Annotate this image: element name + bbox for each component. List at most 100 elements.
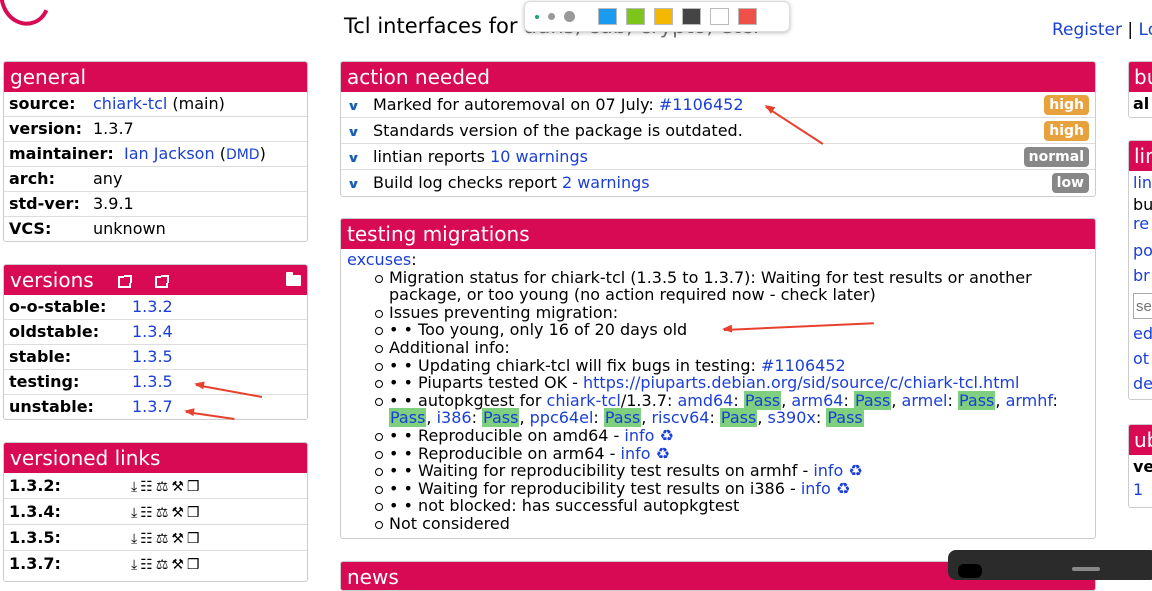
action-item-lintian[interactable]: ∨ lintian reports 10 warnings normal	[341, 144, 1095, 170]
copyright-icon[interactable]: ⚖	[156, 501, 169, 526]
arch-link[interactable]: armhf	[1006, 391, 1053, 410]
pass-link[interactable]: Pass	[482, 408, 520, 428]
changelog-icon[interactable]: ☷	[140, 553, 153, 578]
action-item-build-log[interactable]: ∨ Build log checks report 2 warnings low	[341, 170, 1095, 196]
links-item[interactable]: re	[1133, 214, 1149, 233]
lintian-warnings-link[interactable]: 10 warnings	[490, 147, 588, 166]
chevron-down-icon[interactable]: ∨	[347, 146, 378, 171]
source-link[interactable]: chiark-tcl	[93, 94, 167, 113]
rules-icon[interactable]: ⚒	[171, 527, 184, 552]
links-item[interactable]: po	[1133, 241, 1152, 260]
version-link[interactable]: 1.3.4	[132, 322, 173, 341]
color-swatch-yellow[interactable]	[654, 8, 673, 25]
folder-icon[interactable]	[286, 272, 301, 286]
copyright-icon[interactable]: ⚖	[156, 527, 169, 552]
bug-link[interactable]: #1106452	[659, 95, 744, 114]
arch-link[interactable]: arm64	[791, 391, 843, 410]
version-link[interactable]: 1.3.5	[132, 372, 173, 391]
version-link[interactable]: 1.3.5	[132, 347, 173, 366]
login-link[interactable]: Lo	[1139, 20, 1152, 40]
control-icon[interactable]: ❒	[187, 527, 200, 552]
info-link[interactable]: info	[621, 444, 651, 463]
info-link[interactable]: info	[813, 461, 843, 480]
overlay-popup[interactable]	[948, 550, 1152, 580]
pass-link[interactable]: Pass	[826, 408, 864, 428]
arch-link[interactable]: s390x	[768, 408, 816, 427]
color-swatch-blue[interactable]	[598, 8, 617, 25]
autopkgtest-package-link[interactable]: chiark-tcl	[547, 391, 621, 410]
chevron-down-icon[interactable]: ∨	[347, 172, 378, 196]
chevron-down-icon[interactable]: ∨	[347, 94, 378, 119]
links-item[interactable]: ot	[1133, 349, 1149, 368]
maintainer-link[interactable]: Ian Jackson	[124, 144, 215, 163]
large-dot-tool[interactable]	[564, 11, 575, 22]
copyright-icon[interactable]: ⚖	[156, 553, 169, 578]
changelog-icon[interactable]: ☷	[140, 475, 153, 500]
color-swatch-red[interactable]	[738, 8, 757, 25]
external-link-icon[interactable]	[155, 275, 170, 288]
rules-icon[interactable]: ⚒	[171, 475, 184, 500]
color-swatch-white[interactable]	[710, 8, 729, 25]
recycle-icon[interactable]: ♻	[848, 461, 862, 480]
ubuntu-version-label: ve	[1133, 457, 1152, 476]
color-swatch-green[interactable]	[626, 8, 645, 25]
chevron-down-icon[interactable]: ∨	[347, 120, 378, 145]
search-input[interactable]	[1133, 293, 1152, 319]
pass-link[interactable]: Pass	[603, 408, 642, 428]
recycle-icon[interactable]: ♻	[836, 479, 850, 498]
external-link-icon[interactable]	[118, 275, 133, 288]
changelog-icon[interactable]: ☷	[140, 501, 153, 526]
bugs-header: bu	[1129, 62, 1152, 92]
arch-link[interactable]: i386	[437, 408, 472, 427]
info-link[interactable]: info	[624, 426, 654, 445]
wait-i386-item: • • Waiting for reproducibility test res…	[375, 479, 1089, 498]
pass-link[interactable]: Pass	[389, 408, 427, 428]
version-link[interactable]: 1.3.7	[132, 397, 173, 416]
action-item-autoremoval[interactable]: ∨ Marked for autoremoval on 07 July: #110…	[341, 92, 1095, 118]
popup-knob[interactable]	[958, 564, 982, 578]
rules-icon[interactable]: ⚒	[171, 553, 184, 578]
control-icon[interactable]: ❒	[187, 553, 200, 578]
pass-link[interactable]: Pass	[957, 390, 996, 410]
rules-icon[interactable]: ⚒	[171, 501, 184, 526]
arch-link[interactable]: ppc64el	[530, 408, 594, 427]
links-item[interactable]: de	[1133, 374, 1152, 393]
download-icon[interactable]: ⤓	[131, 501, 137, 526]
recycle-icon[interactable]: ♻	[660, 426, 674, 445]
piuparts-link[interactable]: https://piuparts.debian.org/sid/source/c…	[583, 373, 1019, 392]
links-item[interactable]: lin	[1133, 173, 1152, 192]
links-item[interactable]: br	[1133, 266, 1150, 285]
dmd-link[interactable]: DMD	[226, 147, 260, 163]
control-icon[interactable]: ❒	[187, 475, 200, 500]
arch-link[interactable]: amd64	[677, 391, 733, 410]
recycle-icon[interactable]: ♻	[656, 444, 670, 463]
small-dot-tool[interactable]	[535, 14, 539, 19]
pass-link[interactable]: Pass	[853, 390, 892, 410]
control-icon[interactable]: ❒	[187, 501, 200, 526]
repro-amd64-item: • • Reproducible on amd64 - info ♻	[375, 426, 1089, 445]
action-item-standards-version[interactable]: ∨ Standards version of the package is out…	[341, 118, 1095, 144]
info-link[interactable]: info	[801, 479, 831, 498]
medium-dot-tool[interactable]	[548, 13, 555, 20]
download-icon[interactable]: ⤓	[131, 553, 137, 578]
version-link[interactable]: 1.3.2	[132, 297, 173, 316]
changelog-icon[interactable]: ☷	[140, 527, 153, 552]
build-log-warnings-link[interactable]: 2 warnings	[562, 173, 650, 192]
excuses-link[interactable]: excuses	[347, 250, 411, 269]
vcs-row: VCS: unknown	[9, 219, 166, 238]
register-link[interactable]: Register	[1052, 20, 1122, 40]
pass-link[interactable]: Pass	[719, 408, 758, 428]
popup-handle[interactable]	[1072, 567, 1100, 571]
versioned-links-panel: versioned links 1.3.2: ⤓ ☷ ⚖ ⚒ ❒ 1.3.4: ⤓ ☷ ⚖ ⚒ ❒ …	[3, 442, 308, 582]
pass-link[interactable]: Pass	[743, 390, 782, 410]
arch-link[interactable]: armel	[902, 391, 948, 410]
ubuntu-version-link[interactable]: 1	[1133, 480, 1143, 499]
wait-armhf-item: • • Waiting for reproducibility test res…	[375, 461, 1089, 480]
links-item[interactable]: ed	[1133, 324, 1152, 343]
copyright-icon[interactable]: ⚖	[156, 475, 169, 500]
arch-link[interactable]: riscv64	[651, 408, 709, 427]
download-icon[interactable]: ⤓	[131, 527, 137, 552]
color-swatch-dark[interactable]	[682, 8, 701, 25]
download-icon[interactable]: ⤓	[131, 475, 137, 500]
bug-link[interactable]: #1106452	[761, 356, 846, 375]
